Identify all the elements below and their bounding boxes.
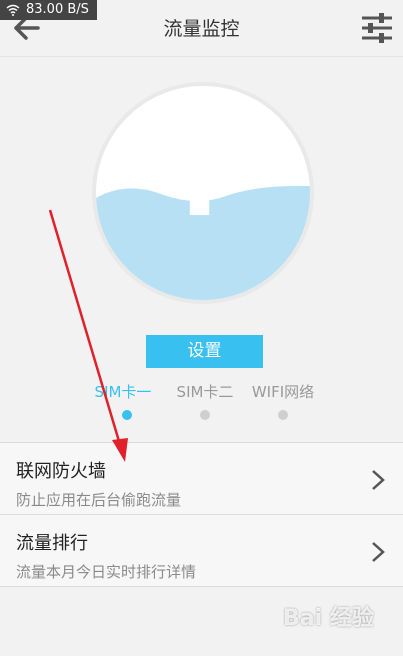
chevron-right-icon xyxy=(372,542,385,562)
list-item-subtitle: 流量本月今日实时排行详情 xyxy=(16,563,197,581)
settings-button[interactable]: 设置 xyxy=(146,335,263,368)
list-item-title: 联网防火墙 xyxy=(16,461,106,482)
traffic-gauge[interactable]: ? xyxy=(96,86,310,300)
settings-sliders-icon[interactable] xyxy=(359,10,395,46)
tab-indicator-sim-2 xyxy=(200,410,210,420)
sim-tabs: SIM卡一 SIM卡二 WIFI网络 xyxy=(0,381,403,421)
wifi-icon xyxy=(6,4,20,16)
list-item-firewall[interactable]: 联网防火墙 防止应用在后台偷跑流量 xyxy=(0,443,403,515)
tab-wifi[interactable]: WIFI网络 xyxy=(238,381,328,402)
tab-indicator-sim-1 xyxy=(122,410,132,420)
list-item-subtitle: 防止应用在后台偷跑流量 xyxy=(16,491,182,509)
unknown-usage-symbol: ? xyxy=(171,113,235,241)
speed-text: 83.00 B/S xyxy=(26,2,89,17)
watermark-logo: Bai 经验 xyxy=(283,606,374,631)
tab-indicator-wifi xyxy=(278,410,288,420)
list-item-title: 流量排行 xyxy=(16,533,88,554)
tab-sim-1[interactable]: SIM卡一 xyxy=(78,381,168,402)
tab-sim-2[interactable]: SIM卡二 xyxy=(160,381,250,402)
list-item-ranking[interactable]: 流量排行 流量本月今日实时排行详情 xyxy=(0,515,403,587)
chevron-right-icon xyxy=(372,470,385,490)
feature-list: 联网防火墙 防止应用在后台偷跑流量 流量排行 流量本月今日实时排行详情 xyxy=(0,442,403,587)
network-speed-indicator: 83.00 B/S xyxy=(0,0,97,20)
